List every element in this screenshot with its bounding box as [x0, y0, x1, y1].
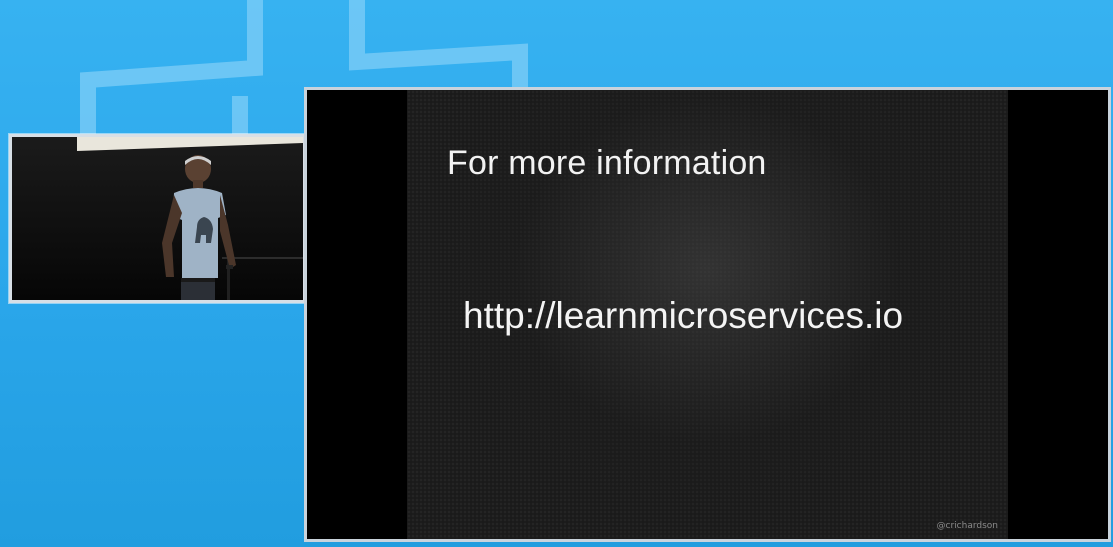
speaker-video-image — [12, 137, 303, 300]
slide-frame: For more information http://learnmicrose… — [304, 87, 1111, 542]
presentation-slide: For more information http://learnmicrose… — [307, 90, 1108, 539]
slide-title: For more information — [447, 144, 767, 182]
speaker-video-frame — [9, 134, 306, 303]
slide-url-link[interactable]: http://learnmicroservices.io — [463, 295, 903, 337]
twitter-handle: @crichardson — [936, 521, 998, 531]
slide-content: For more information http://learnmicrose… — [407, 90, 1008, 539]
speaker-video — [12, 137, 303, 300]
